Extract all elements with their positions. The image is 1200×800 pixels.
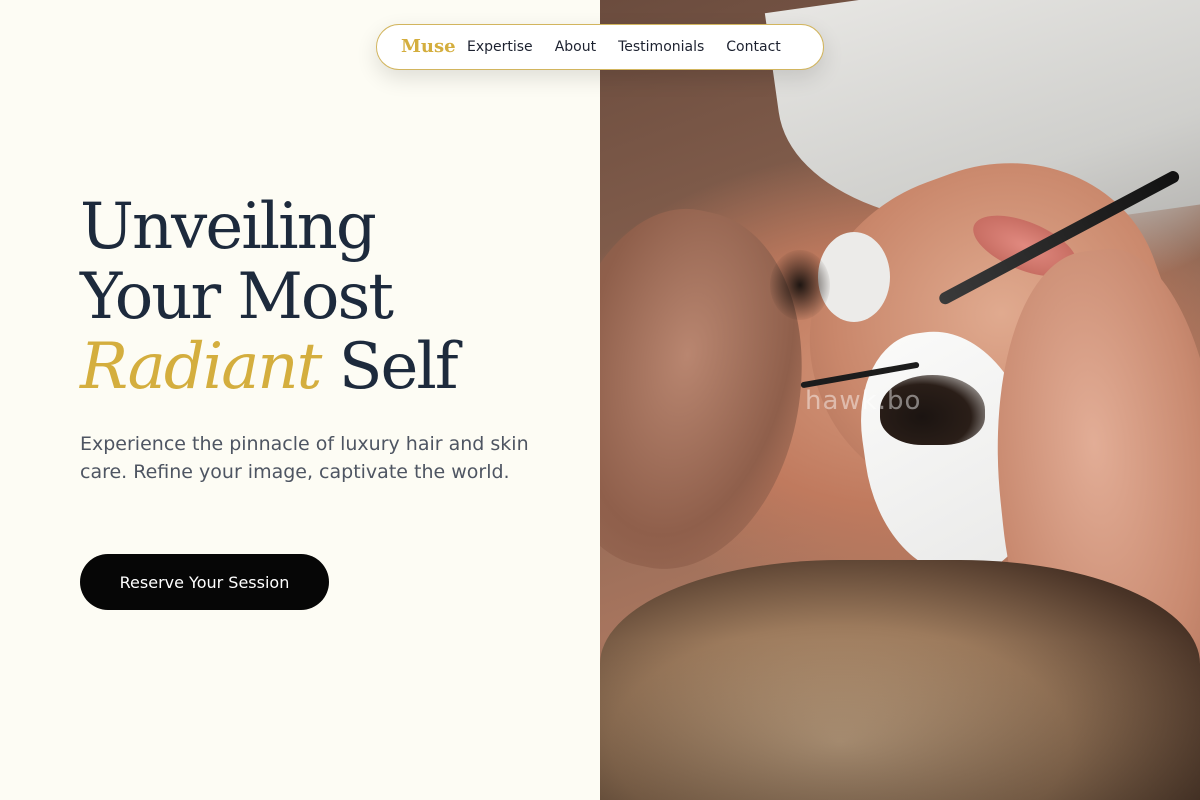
hero-content: Unveiling Your Most Radiant Self Experie… bbox=[0, 0, 600, 800]
nav-link-about[interactable]: About bbox=[555, 39, 596, 55]
hero-title-line-2: Your Most bbox=[80, 260, 394, 334]
hero-title-line-1: Unveiling bbox=[80, 190, 377, 264]
main-nav: Muse Expertise About Testimonials Contac… bbox=[376, 24, 824, 70]
hero-photo: hawk.bo bbox=[600, 0, 1200, 800]
hero-title-line-3: Radiant Self bbox=[80, 330, 459, 404]
photo-shadow bbox=[600, 640, 1200, 800]
nav-link-contact[interactable]: Contact bbox=[726, 39, 780, 55]
reserve-session-button[interactable]: Reserve Your Session bbox=[80, 554, 329, 610]
photo-watermark: hawk.bo bbox=[805, 386, 922, 416]
nav-link-testimonials[interactable]: Testimonials bbox=[618, 39, 704, 55]
nav-link-expertise[interactable]: Expertise bbox=[467, 39, 533, 55]
landing-page: Unveiling Your Most Radiant Self Experie… bbox=[0, 0, 1200, 800]
hero-title-end: Self bbox=[320, 330, 459, 404]
nav-links: Expertise About Testimonials Contact bbox=[467, 39, 781, 55]
hero-title-accent: Radiant bbox=[80, 330, 322, 404]
hero-subtitle: Experience the pinnacle of luxury hair a… bbox=[80, 433, 529, 483]
photo-lashes-upper bbox=[770, 250, 830, 320]
hero-title: Unveiling Your Most Radiant Self bbox=[80, 190, 459, 404]
brand-logo[interactable]: Muse bbox=[401, 36, 456, 57]
